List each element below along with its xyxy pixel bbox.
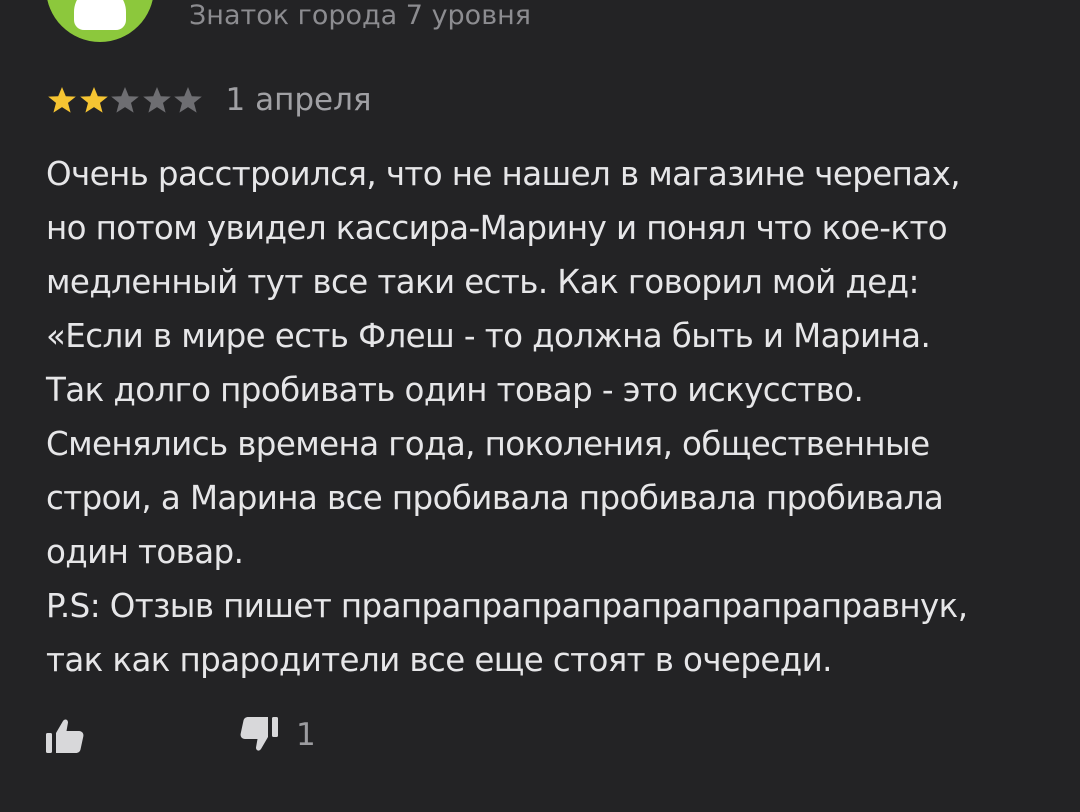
review-text-line: один товар. — [46, 533, 244, 571]
star-filled-icon — [79, 87, 108, 113]
review-text-line: P.S: Отзыв пишет прапрапрапрапрапрапрапр… — [46, 587, 968, 625]
review-text-line: Очень расстроился, что не нашел в магази… — [46, 155, 961, 193]
author-level: Знаток города 7 уровня — [189, 0, 532, 31]
dislike-button[interactable]: 1 — [236, 710, 316, 760]
review-text-line: строи, а Марина все пробивала пробивала … — [46, 479, 944, 517]
reaction-bar: 1 — [44, 710, 316, 760]
thumbs-up-icon — [46, 719, 84, 753]
review-card: Знаток города 7 уровня 1 апреля Очень ра… — [0, 0, 1080, 812]
star-empty-icon — [174, 87, 202, 113]
rating-row: 1 апреля — [46, 80, 372, 120]
review-text: Очень расстроился, что не нашел в магази… — [46, 147, 1056, 687]
review-text-line: Сменялись времена года, поколения, общес… — [46, 425, 930, 463]
dislike-count: 1 — [296, 717, 316, 753]
author-avatar[interactable] — [46, 0, 154, 42]
star-filled-icon — [48, 87, 76, 113]
star-rating — [46, 80, 204, 120]
review-text-line: так как прародители все еще стоят в очер… — [46, 641, 832, 679]
review-text-line: Так долго пробивать один товар - это иск… — [46, 371, 864, 409]
like-button[interactable] — [44, 710, 88, 760]
star-empty-icon — [111, 87, 139, 113]
review-text-line: «Если в мире есть Флеш - то должна быть … — [46, 317, 931, 355]
thumbs-down-icon — [240, 717, 278, 751]
star-empty-icon — [142, 87, 171, 113]
review-text-line: медленный тут все таки есть. Как говорил… — [46, 263, 919, 301]
review-date: 1 апреля — [225, 82, 372, 118]
review-text-line: но потом увидел кассира-Марину и понял ч… — [46, 209, 948, 247]
avatar-user-icon — [74, 0, 126, 30]
